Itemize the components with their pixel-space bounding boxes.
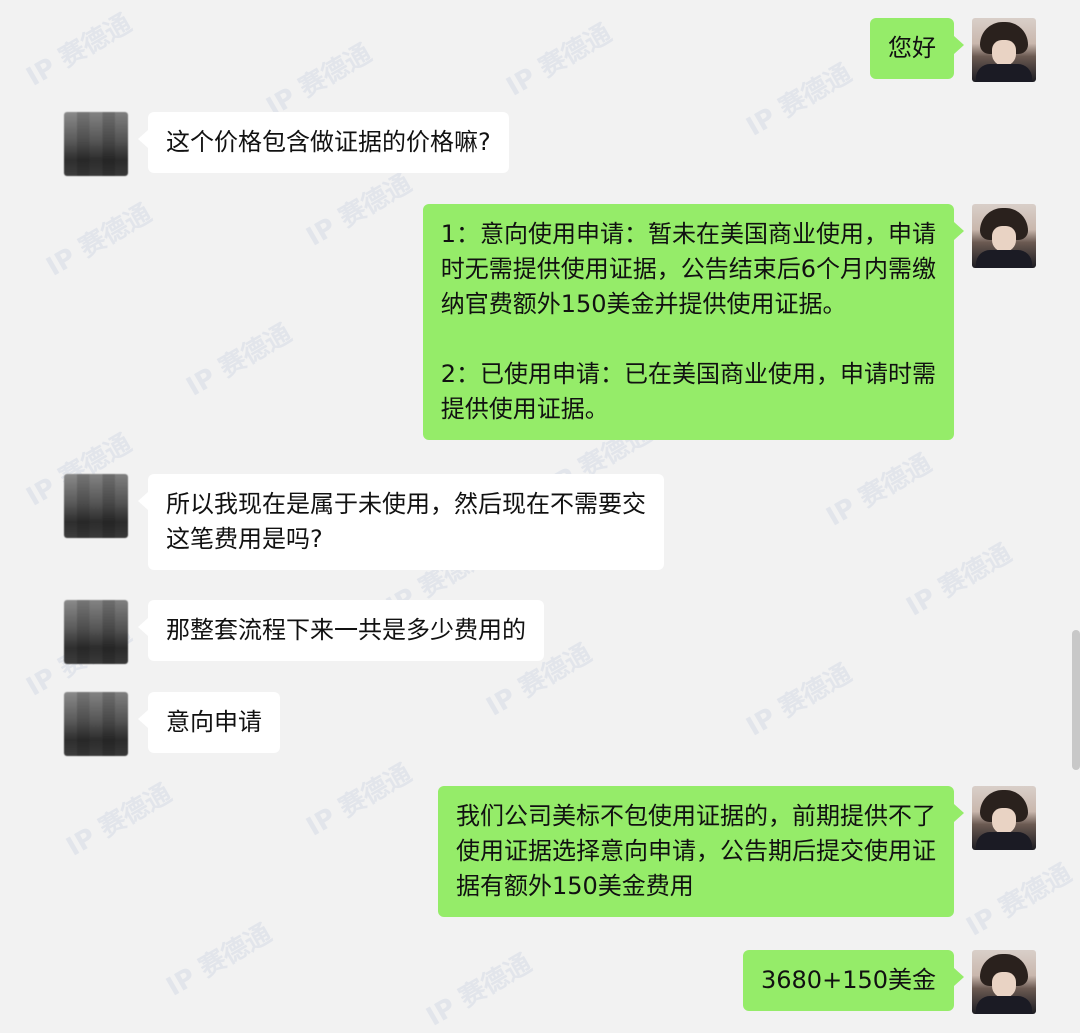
avatar-face <box>992 972 1016 998</box>
avatar-face <box>992 40 1016 66</box>
watermark: IP 赛德通 <box>61 778 177 863</box>
scrollbar[interactable] <box>1072 630 1080 770</box>
watermark: IP 赛德通 <box>821 448 937 533</box>
watermark: IP 赛德通 <box>741 58 857 143</box>
message-bubble[interactable]: 3680+150美金 <box>743 950 964 1011</box>
watermark: IP 赛德通 <box>161 918 277 1003</box>
message-bubble[interactable]: 您好 <box>870 18 964 79</box>
contact-avatar[interactable] <box>64 692 128 756</box>
watermark: IP 赛德通 <box>301 758 417 843</box>
avatar-face <box>992 226 1016 252</box>
avatar-coat <box>976 996 1032 1014</box>
contact-avatar[interactable] <box>64 112 128 176</box>
message-bubble[interactable]: 这个价格包含做证据的价格嘛? <box>138 112 509 173</box>
message-bubble[interactable]: 所以我现在是属于未使用，然后现在不需要交 这笔费用是吗? <box>138 474 664 570</box>
user-avatar[interactable] <box>972 18 1036 82</box>
message-bubble[interactable]: 我们公司美标不包使用证据的，前期提供不了 使用证据选择意向申请，公告期后提交使用… <box>438 786 964 917</box>
avatar-coat <box>976 832 1032 850</box>
watermark: IP 赛德通 <box>181 318 297 403</box>
watermark: IP 赛德通 <box>21 8 137 93</box>
contact-avatar[interactable] <box>64 474 128 538</box>
avatar-coat <box>976 250 1032 268</box>
message-bubble[interactable]: 1：意向使用申请：暂未在美国商业使用，申请 时无需提供使用证据，公告结束后6个月… <box>422 204 965 440</box>
message-bubble[interactable]: 那整套流程下来一共是多少费用的 <box>138 600 544 661</box>
watermark: IP 赛德通 <box>41 198 157 283</box>
watermark: IP 赛德通 <box>301 168 417 253</box>
watermark: IP 赛德通 <box>901 538 1017 623</box>
avatar-coat <box>976 64 1032 82</box>
user-avatar[interactable] <box>972 950 1036 1014</box>
contact-avatar[interactable] <box>64 600 128 664</box>
watermark: IP 赛德通 <box>961 858 1077 943</box>
watermark: IP 赛德通 <box>261 38 377 123</box>
user-avatar[interactable] <box>972 204 1036 268</box>
avatar-face <box>992 808 1016 834</box>
user-avatar[interactable] <box>972 786 1036 850</box>
message-bubble[interactable]: 意向申请 <box>138 692 280 753</box>
watermark: IP 赛德通 <box>501 18 617 103</box>
watermark: IP 赛德通 <box>421 948 537 1033</box>
watermark: IP 赛德通 <box>741 658 857 743</box>
